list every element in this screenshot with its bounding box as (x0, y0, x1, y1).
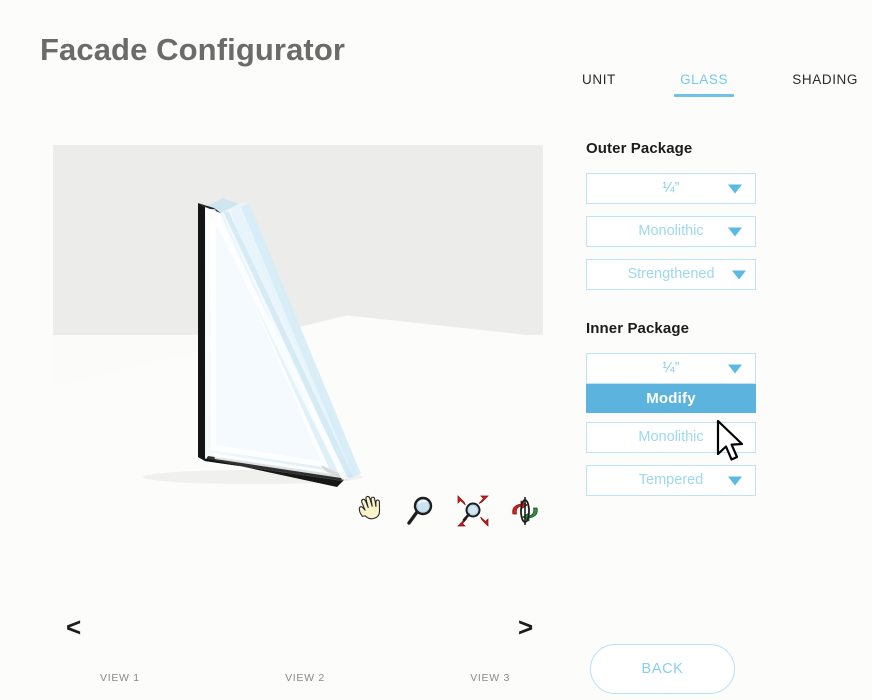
outer-thickness-dropdown[interactable]: ¼” (586, 173, 756, 204)
tab-glass[interactable]: GLASS (674, 70, 735, 97)
chevron-down-icon (732, 270, 746, 279)
view-label-2[interactable]: VIEW 2 (285, 668, 325, 688)
back-button[interactable]: BACK (590, 644, 735, 694)
orbit-icon[interactable] (506, 492, 544, 530)
configuration-panel: Outer Package ¼” Monolithic Strengthened… (586, 140, 762, 508)
inner-treatment-dropdown[interactable]: Tempered (586, 465, 756, 496)
viewport-tools (350, 490, 538, 532)
chevron-down-icon (728, 364, 742, 373)
chevron-down-icon (728, 184, 742, 193)
outer-treatment-dropdown[interactable]: Strengthened (586, 259, 756, 290)
inner-treatment-value: Tempered (638, 472, 704, 489)
tab-unit[interactable]: UNIT (580, 70, 618, 97)
hand-icon[interactable] (350, 492, 388, 530)
view-label-1[interactable]: VIEW 1 (100, 668, 140, 688)
outer-type-dropdown[interactable]: Monolithic (586, 216, 756, 247)
inner-thickness-value: ¼” (662, 360, 680, 377)
view-label-row: VIEW 1 VIEW 2 VIEW 3 (100, 668, 510, 688)
next-view-button[interactable]: > (510, 610, 541, 644)
zoom-extents-icon[interactable] (454, 492, 492, 530)
model-viewport[interactable] (53, 145, 543, 500)
chevron-down-icon (728, 476, 742, 485)
inner-modify-label: Modify (646, 390, 696, 407)
chevron-down-icon (728, 227, 742, 236)
inner-type-dropdown[interactable]: Monolithic (586, 422, 756, 453)
inner-package-group: Inner Package ¼” Modify Monolithic Tempe… (586, 320, 762, 496)
tab-bar: UNIT GLASS SHADING (580, 70, 860, 104)
outer-package-group: Outer Package ¼” Monolithic Strengthened (586, 140, 762, 290)
outer-thickness-value: ¼” (662, 180, 680, 197)
outer-package-title: Outer Package (586, 140, 693, 157)
view-label-3[interactable]: VIEW 3 (470, 668, 510, 688)
inner-package-title: Inner Package (586, 320, 690, 337)
inner-type-value: Monolithic (638, 429, 704, 446)
magnifier-icon[interactable] (402, 492, 440, 530)
outer-treatment-value: Strengthened (627, 266, 715, 283)
page-title: Facade Configurator (40, 32, 346, 67)
inner-modify-option[interactable]: Modify (586, 384, 756, 413)
insulated-glass-unit-model (143, 198, 363, 487)
inner-thickness-dropdown[interactable]: ¼” (586, 353, 756, 384)
tab-shading[interactable]: SHADING (790, 70, 860, 97)
outer-type-value: Monolithic (638, 223, 704, 240)
facade-configurator-app: Facade Configurator UNIT GLASS SHADING <… (0, 0, 872, 700)
prev-view-button[interactable]: < (58, 610, 89, 644)
